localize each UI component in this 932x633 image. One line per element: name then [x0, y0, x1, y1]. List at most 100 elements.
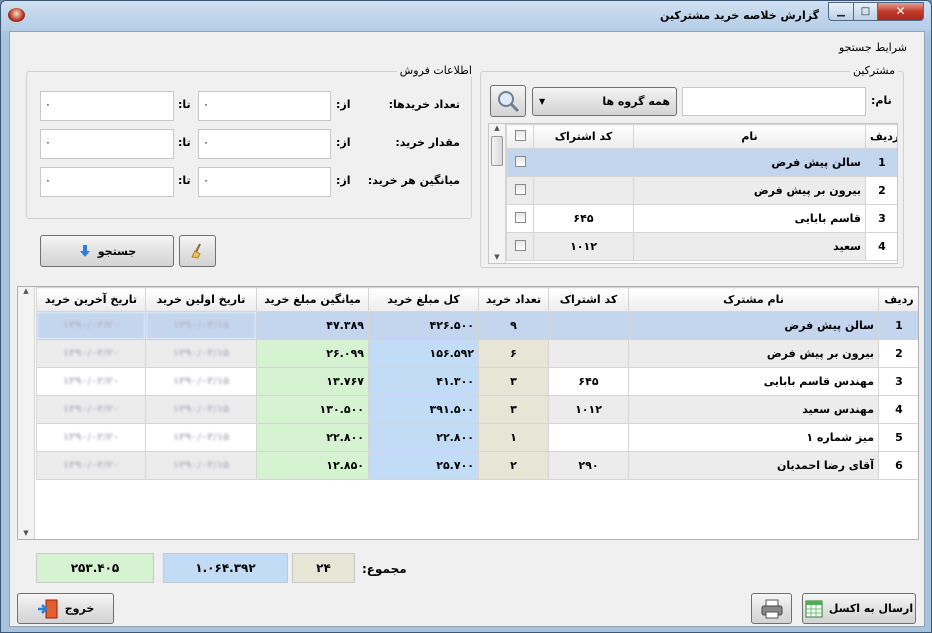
row-checkbox[interactable] [506, 148, 534, 177]
subscriber-search-button[interactable] [490, 85, 526, 117]
amount-from-input[interactable]: ۰ [198, 129, 331, 159]
col-name[interactable]: نام مشترک [628, 287, 879, 312]
from-label: از: [336, 98, 351, 111]
to-label: تا: [178, 98, 191, 111]
search-button-label: جستجو [97, 244, 137, 258]
name-label: نام: [871, 94, 892, 107]
sales-row-label: مقدار خرید: [395, 136, 460, 149]
table-row[interactable]: ۱۳۹۰/۰۳/۲۰ ۱۳۹۰/۰۳/۱۵ ۲۲.۸۰۰ ۲۲.۸۰۰ ۱ می… [36, 423, 918, 452]
subscriber-num: 4 [865, 232, 897, 261]
col-total[interactable]: کل مبلغ خرید [368, 287, 479, 312]
subscribers-col-name[interactable]: نام [633, 124, 866, 149]
amount-to-input[interactable]: ۰ [40, 129, 174, 159]
group-select[interactable]: همه گروه ها ▼ [532, 87, 677, 116]
print-button[interactable] [751, 593, 792, 624]
minimize-button[interactable]: ▁ [828, 2, 854, 21]
count-from-input[interactable]: ۰ [198, 91, 331, 121]
average-cell: ۱۳.۷۶۷ [256, 367, 369, 396]
maximize-button[interactable]: □ [853, 2, 878, 21]
subscribers-col-code[interactable]: کد اشتراک [533, 124, 634, 149]
subscriber-name: قاسم بابایی [633, 204, 866, 233]
search-button[interactable]: جستجو [40, 235, 174, 267]
arrow-down-icon [79, 245, 90, 257]
col-last-purchase[interactable]: تاریخ آخرین خرید [36, 287, 146, 312]
to-label: تا: [178, 174, 191, 187]
first-purchase-cell: ۱۳۹۰/۰۳/۱۵ [145, 423, 257, 452]
average-cell: ۱۳۰.۵۰۰ [256, 395, 369, 424]
count-cell: ۹ [478, 311, 549, 340]
subscriber-code [533, 176, 634, 205]
exit-button[interactable]: خروج [17, 593, 114, 624]
export-excel-button[interactable]: ارسال به اکسل [802, 593, 916, 624]
from-label: از: [336, 174, 351, 187]
subscriber-row[interactable]: ۱۰۱۲ سعید 4 [506, 232, 897, 261]
subscriber-row[interactable]: بیرون بر پیش فرض 2 [506, 176, 897, 205]
total-cell: ۴۱.۳۰۰ [368, 367, 479, 396]
subscriber-name: بیرون بر پیش فرض [633, 176, 866, 205]
first-purchase-cell: ۱۳۹۰/۰۳/۱۵ [145, 311, 257, 340]
last-purchase-cell: ۱۳۹۰/۰۳/۲۰ [36, 451, 146, 480]
row-num-cell: 3 [878, 367, 918, 396]
total-cell: ۱۵۶.۵۹۲ [368, 339, 479, 368]
to-label: تا: [178, 136, 191, 149]
table-row[interactable]: ۱۳۹۰/۰۳/۲۰ ۱۳۹۰/۰۳/۱۵ ۱۲.۸۵۰ ۲۵.۷۰۰ ۲ ۲۹… [36, 451, 918, 480]
code-cell: ۶۴۵ [548, 367, 629, 396]
col-row[interactable]: ردیف [878, 287, 918, 312]
filters-title: شرایط جستجو [835, 41, 910, 54]
last-purchase-cell: ۱۳۹۰/۰۳/۲۰ [36, 423, 146, 452]
average-from-input[interactable]: ۰ [198, 167, 331, 197]
row-num-cell: 2 [878, 339, 918, 368]
app-icon[interactable] [8, 8, 25, 22]
subscriber-row[interactable]: سالن پیش فرض 1 [506, 148, 897, 177]
window-title: گزارش خلاصه خرید مشترکین [660, 9, 819, 22]
average-cell: ۲۶.۰۹۹ [256, 339, 369, 368]
excel-icon [805, 600, 823, 617]
name-input[interactable] [682, 87, 866, 116]
count-cell: ۳ [478, 395, 549, 424]
col-first-purchase[interactable]: تاریخ اولین خرید [145, 287, 257, 312]
row-checkbox[interactable] [506, 232, 534, 261]
average-to-input[interactable]: ۰ [40, 167, 174, 197]
count-cell: ۱ [478, 423, 549, 452]
total-amount: ۱.۰۶۴.۳۹۲ [163, 553, 288, 583]
report-table: تاریخ آخرین خرید تاریخ اولین خرید میانگی… [36, 287, 918, 480]
average-cell: ۴۷.۳۸۹ [256, 311, 369, 340]
select-all-checkbox[interactable] [506, 124, 534, 149]
subscriber-row[interactable]: ۶۴۵ قاسم بابایی 3 [506, 204, 897, 233]
name-cell: سالن پیش فرض [628, 311, 879, 340]
close-button[interactable]: ✕ [877, 2, 924, 21]
subscribers-scroll-thumb[interactable] [491, 136, 503, 166]
count-to-input[interactable]: ۰ [40, 91, 174, 121]
col-count[interactable]: تعداد خرید [478, 287, 549, 312]
row-checkbox[interactable] [506, 204, 534, 233]
row-num-cell: 1 [878, 311, 918, 340]
subscribers-col-row[interactable]: ردیف [865, 124, 897, 149]
subscriber-code [533, 148, 634, 177]
total-cell: ۴۲۶.۵۰۰ [368, 311, 479, 340]
row-num-cell: 5 [878, 423, 918, 452]
table-row[interactable]: ۱۳۹۰/۰۳/۲۰ ۱۳۹۰/۰۳/۱۵ ۲۶.۰۹۹ ۱۵۶.۵۹۲ ۶ ب… [36, 339, 918, 368]
exit-button-label: خروج [64, 602, 95, 615]
totals-label: مجموع: [362, 562, 407, 576]
name-cell: مهندس سعید [628, 395, 879, 424]
col-average[interactable]: میانگین مبلغ خرید [256, 287, 369, 312]
row-checkbox[interactable] [506, 176, 534, 205]
last-purchase-cell: ۱۳۹۰/۰۳/۲۰ [36, 311, 146, 340]
col-code[interactable]: کد اشتراک [548, 287, 629, 312]
clear-filters-button[interactable] [179, 235, 216, 267]
total-average: ۲۵۳.۴۰۵ [36, 553, 154, 583]
table-row[interactable]: ۱۳۹۰/۰۳/۲۰ ۱۳۹۰/۰۳/۱۵ ۱۳۰.۵۰۰ ۳۹۱.۵۰۰ ۳ … [36, 395, 918, 424]
first-purchase-cell: ۱۳۹۰/۰۳/۱۵ [145, 339, 257, 368]
table-row[interactable]: ۱۳۹۰/۰۳/۲۰ ۱۳۹۰/۰۳/۱۵ ۴۷.۳۸۹ ۴۲۶.۵۰۰ ۹ س… [36, 311, 918, 340]
client-area: شرایط جستجو مشترکین نام: همه گروه ها ▼ ▲… [9, 31, 925, 627]
table-row[interactable]: ۱۳۹۰/۰۳/۲۰ ۱۳۹۰/۰۳/۱۵ ۱۳.۷۶۷ ۴۱.۳۰۰ ۳ ۶۴… [36, 367, 918, 396]
subscribers-scrollbar[interactable]: ▲ ▼ [489, 124, 506, 263]
code-cell [548, 339, 629, 368]
exit-door-icon [37, 599, 58, 618]
average-cell: ۱۲.۸۵۰ [256, 451, 369, 480]
row-num-cell: 6 [878, 451, 918, 480]
count-cell: ۲ [478, 451, 549, 480]
total-count: ۲۴ [292, 553, 355, 583]
code-cell: ۱۰۱۲ [548, 395, 629, 424]
report-scrollbar[interactable]: ▲ ▼ [18, 287, 35, 539]
